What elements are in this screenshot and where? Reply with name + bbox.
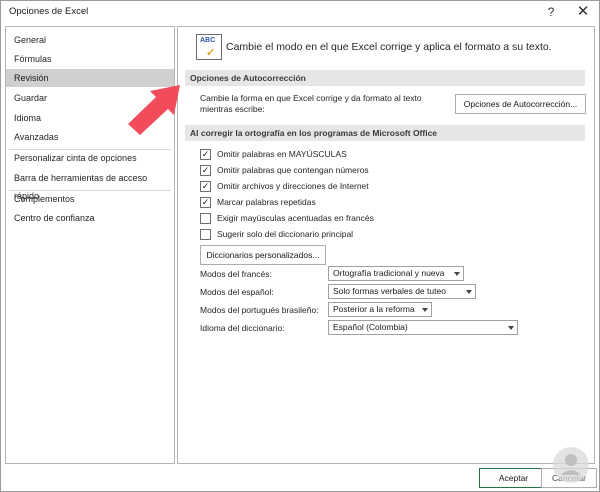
checkbox-flag-repeated[interactable]: ✓ <box>200 197 211 208</box>
autocorrect-description-line1: Cambie la forma en que Excel corrige y d… <box>200 93 422 103</box>
sidebar-item-personalizar-cinta[interactable]: Personalizar cinta de opciones <box>6 149 174 167</box>
portuguese-modes-value: Posterior a la reforma <box>333 304 415 314</box>
content-panel: ABC ✓ Cambie el modo en el que Excel cor… <box>177 26 595 464</box>
excel-options-dialog: Opciones de Excel ? ✕ General Fórmulas R… <box>0 0 600 492</box>
sidebar-item-barra-acceso-rapido[interactable]: Barra de herramientas de acceso rápido <box>6 169 174 201</box>
check-french-accents-label: Exigir mayúsculas acentuadas en francés <box>217 213 374 223</box>
close-button[interactable]: ✕ <box>571 2 595 22</box>
chevron-down-icon <box>422 308 428 312</box>
french-modes-select[interactable]: Ortografía tradicional y nueva <box>328 266 464 281</box>
watermark-logo-icon <box>553 447 589 483</box>
window-title: Opciones de Excel <box>9 6 89 17</box>
check-main-dictionary-label: Sugerir solo del diccionario principal <box>217 229 354 239</box>
check-flag-repeated-label: Marcar palabras repetidas <box>217 197 316 207</box>
spelling-section-title: Al corregir la ortografía en los program… <box>185 125 585 141</box>
help-button[interactable]: ? <box>539 2 563 22</box>
portuguese-modes-label: Modos del portugués brasileño: <box>200 305 319 315</box>
portuguese-modes-select[interactable]: Posterior a la reforma <box>328 302 432 317</box>
spanish-modes-label: Modos del español: <box>200 287 274 297</box>
sidebar-item-formulas[interactable]: Fórmulas <box>6 50 174 68</box>
checkmark-icon: ✓ <box>206 47 216 59</box>
page-header-text: Cambie el modo en el que Excel corrige y… <box>226 41 552 53</box>
checkbox-ignore-uppercase[interactable]: ✓ <box>200 149 211 160</box>
chevron-down-icon <box>508 326 514 330</box>
ok-button[interactable]: Aceptar <box>479 468 548 488</box>
check-ignore-uppercase-label: Omitir palabras en MAYÚSCULAS <box>217 149 347 159</box>
chevron-down-icon <box>454 272 460 276</box>
autocorrect-options-button[interactable]: Opciones de Autocorrección... <box>455 94 586 114</box>
title-bar: Opciones de Excel ? ✕ <box>1 1 599 23</box>
checkbox-main-dictionary[interactable] <box>200 229 211 240</box>
sidebar-item-complementos[interactable]: Complementos <box>6 190 174 208</box>
pointer-arrow-icon <box>128 85 180 135</box>
proofing-abc-icon: ABC ✓ <box>196 34 222 60</box>
abc-icon-text: ABC <box>200 37 216 44</box>
french-modes-label: Modos del francés: <box>200 269 272 279</box>
dialog-footer: Aceptar Cancelar <box>1 466 599 491</box>
sidebar-item-general[interactable]: General <box>6 31 174 49</box>
custom-dictionaries-button[interactable]: Diccionarios personalizados... <box>200 245 326 265</box>
checkbox-ignore-numbers[interactable]: ✓ <box>200 165 211 176</box>
check-ignore-numbers-label: Omitir palabras que contengan números <box>217 165 369 175</box>
french-modes-value: Ortografía tradicional y nueva <box>333 268 445 278</box>
dictionary-language-select[interactable]: Español (Colombia) <box>328 320 518 335</box>
checkbox-french-accents[interactable] <box>200 213 211 224</box>
check-ignore-internet-label: Omitir archivos y direcciones de Interne… <box>217 181 369 191</box>
checkbox-ignore-internet[interactable]: ✓ <box>200 181 211 192</box>
autocorrect-description-line2: mientras escribe: <box>200 104 265 114</box>
dictionary-language-label: Idioma del diccionario: <box>200 323 285 333</box>
chevron-down-icon <box>466 290 472 294</box>
sidebar-item-centro-confianza[interactable]: Centro de confianza <box>6 209 174 227</box>
autocorrect-section-title: Opciones de Autocorrección <box>185 70 585 86</box>
spanish-modes-value: Solo formas verbales de tuteo <box>333 286 446 296</box>
spanish-modes-select[interactable]: Solo formas verbales de tuteo <box>328 284 476 299</box>
dictionary-language-value: Español (Colombia) <box>333 322 408 332</box>
